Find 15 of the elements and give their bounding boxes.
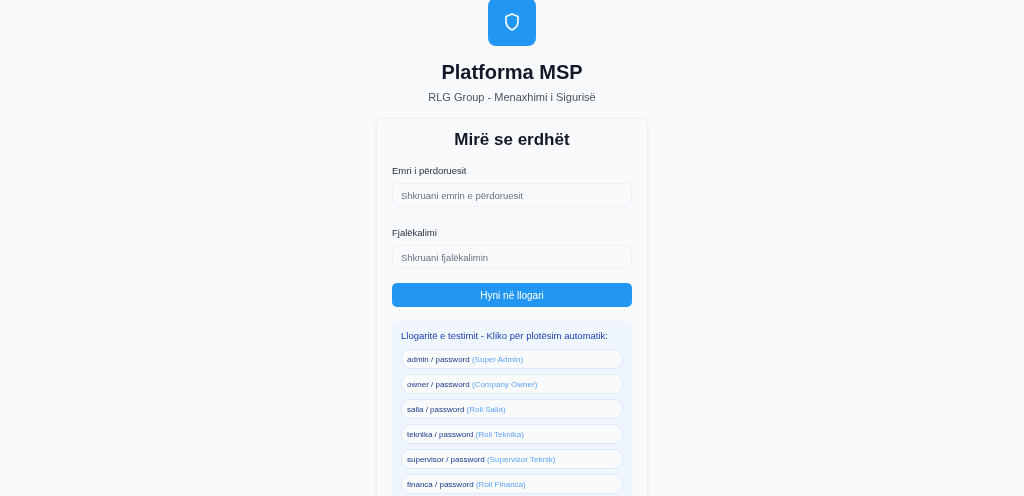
username-field[interactable]: Shkruani emrin e përdoruesit xyxy=(392,183,632,207)
field-label: Emri i përdoruesit xyxy=(392,165,468,177)
welcome-heading: Mirë se erdhët xyxy=(453,129,571,151)
test-account-item[interactable]: supervisor / password (Supervizor Teknik) xyxy=(401,449,623,469)
test-account-item[interactable]: financa / password (Roli Financa) xyxy=(401,474,623,494)
app-subtitle: RLG Group - Menaxhimi i Sigurisë xyxy=(428,90,596,104)
shield-logo xyxy=(488,0,536,46)
test-account-item[interactable]: owner / password (Company Owner) xyxy=(401,374,623,394)
app-title: Platforma MSP xyxy=(441,60,583,84)
field-label: Fjalëkalimi xyxy=(392,227,438,239)
test-account-item[interactable]: admin / password (Super Admin) xyxy=(401,349,623,369)
password-field[interactable]: Shkruani fjalëkalimin xyxy=(392,245,632,269)
test-account-item[interactable]: teknika / password (Roli Teknika) xyxy=(401,424,623,444)
test-accounts-title: Llogaritë e testimit - Kliko për plotësim automatik: xyxy=(401,330,609,342)
test-account-item[interactable]: salla / password (Roli Salla) xyxy=(401,399,623,419)
